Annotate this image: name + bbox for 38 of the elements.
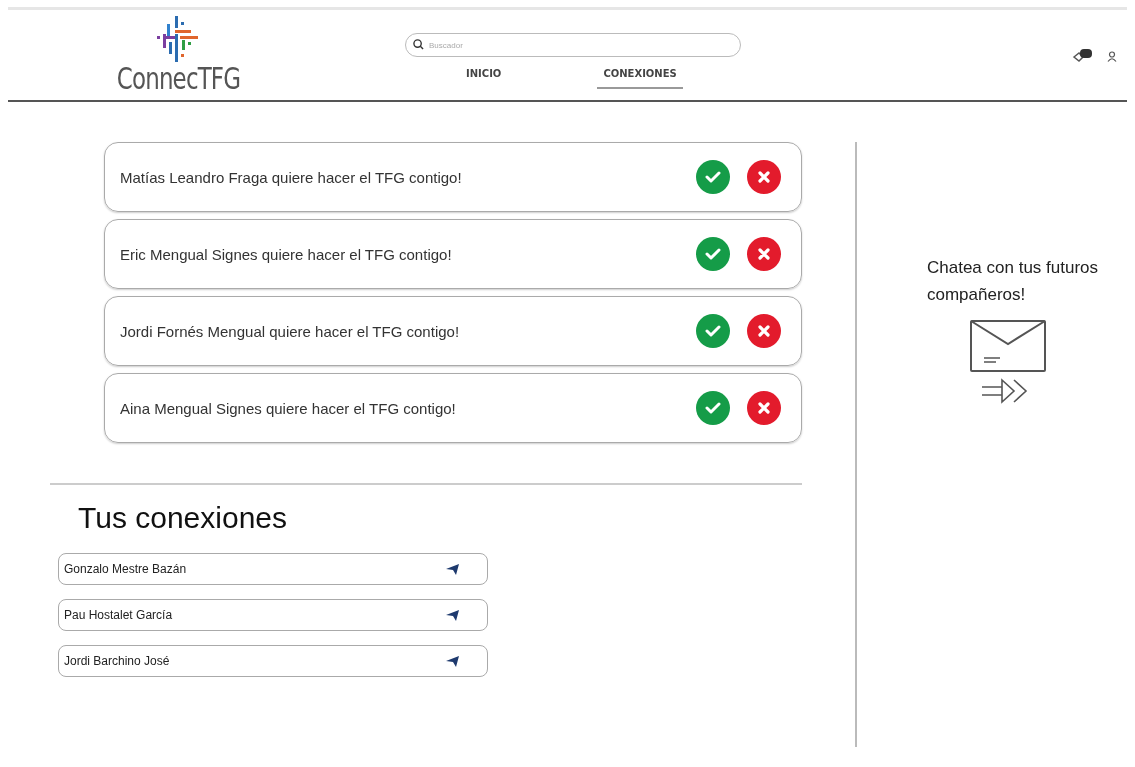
search-field[interactable]: Buscador <box>405 33 741 57</box>
check-icon <box>705 325 721 337</box>
close-icon <box>758 325 770 337</box>
user-icon[interactable] <box>1107 50 1117 62</box>
connection-row[interactable]: Gonzalo Mestre Bazán <box>58 553 488 585</box>
reject-button[interactable] <box>747 314 781 348</box>
connection-name: Pau Hostalet García <box>64 608 173 622</box>
request-message: Matías Leandro Fraga quiere hacer el TFG contigo! <box>120 168 463 186</box>
nav-tab[interactable]: CONEXIONES <box>597 66 683 89</box>
close-icon <box>758 248 770 260</box>
logo-text: ConnecTFG <box>116 62 240 96</box>
connection-name: Jordi Barchino José <box>64 654 170 668</box>
send-icon[interactable] <box>446 563 459 575</box>
check-icon <box>705 171 721 183</box>
reject-button[interactable] <box>747 391 781 425</box>
close-icon <box>758 402 770 414</box>
accept-button[interactable] <box>696 237 730 271</box>
search-icon <box>413 39 424 50</box>
reject-button[interactable] <box>747 160 781 194</box>
request-message: Jordi Fornés Mengual quiere hacer el TFG contigo! <box>120 322 461 340</box>
reject-button[interactable] <box>747 237 781 271</box>
check-icon <box>705 402 721 414</box>
close-icon <box>758 171 770 183</box>
check-icon <box>705 248 721 260</box>
connection-name: Gonzalo Mestre Bazán <box>64 562 187 576</box>
send-icon[interactable] <box>446 655 459 667</box>
request-message: Aina Mengual Signes quiere hacer el TFG contigo! <box>120 399 457 417</box>
accept-button[interactable] <box>696 391 730 425</box>
request-message: Eric Mengual Signes quiere hacer el TFG contigo! <box>120 245 453 263</box>
connection-row[interactable]: Jordi Barchino José <box>58 645 488 677</box>
nav-tab[interactable]: INICIO <box>460 66 508 89</box>
send-icon[interactable] <box>446 609 459 621</box>
accept-button[interactable] <box>696 314 730 348</box>
accept-button[interactable] <box>696 160 730 194</box>
section-title: Tus conexiones <box>78 501 288 535</box>
chat-bubbles-icon[interactable] <box>1071 48 1093 64</box>
chat-promo-text: Chatea con tus futuros compañeros! <box>927 257 1100 306</box>
connection-row[interactable]: Pau Hostalet García <box>58 599 488 631</box>
